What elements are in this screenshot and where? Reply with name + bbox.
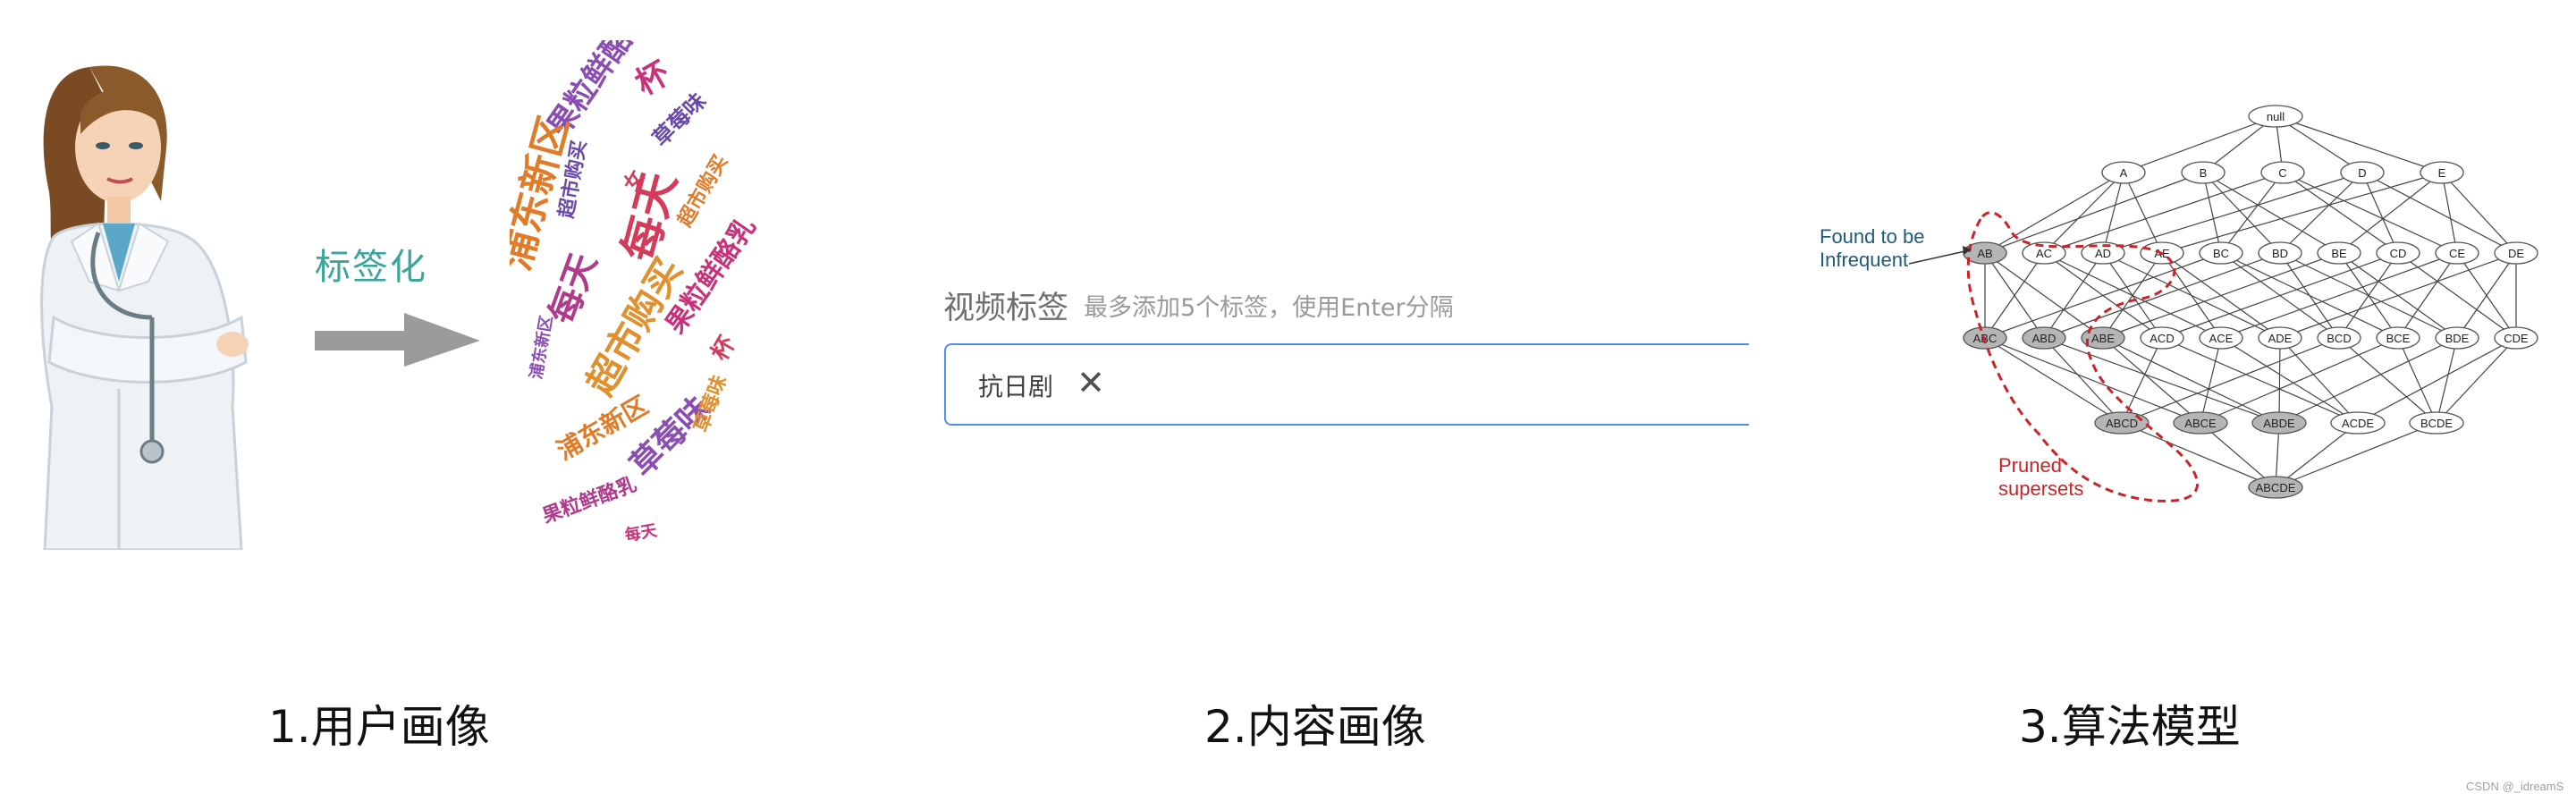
lattice-node-label: BC bbox=[2213, 247, 2229, 260]
lattice-edge bbox=[2121, 337, 2163, 424]
user-profile-wordcloud: 杯果粒鲜酪乳浦东新区 女草莓味每天超市购买果粒鲜酪乳草莓味浦东新区每天超市购买果粒… bbox=[510, 40, 763, 545]
pruned-label: supersets bbox=[1998, 477, 2083, 500]
lattice-edge bbox=[2202, 172, 2340, 254]
pruned-label: Pruned bbox=[1998, 454, 2062, 477]
lattice-edge bbox=[2436, 337, 2458, 424]
caption-content-profile: 2.内容画像 bbox=[1204, 701, 1426, 753]
lattice-node-label: DE bbox=[2508, 247, 2524, 260]
lattice-edge bbox=[1984, 252, 2104, 339]
lattice-node-label: ABCE bbox=[2184, 417, 2217, 430]
wordcloud-words: 杯果粒鲜酪乳浦东新区 女草莓味每天超市购买果粒鲜酪乳草莓味浦东新区每天超市购买果粒… bbox=[510, 40, 763, 545]
lattice-node-label: ABCDE bbox=[2256, 481, 2296, 494]
lattice-edge bbox=[2043, 337, 2123, 424]
wordcloud-word: 每天 bbox=[623, 520, 659, 545]
lattice-edge bbox=[2161, 252, 2222, 339]
wordcloud-word: 果粒鲜酪乳 bbox=[539, 473, 639, 528]
lattice-node-label: BE bbox=[2331, 247, 2347, 260]
lattice-edge bbox=[2102, 172, 2124, 254]
lattice-edge bbox=[2397, 252, 2517, 339]
lattice-node-label: CD bbox=[2390, 247, 2407, 260]
lattice-edge bbox=[2043, 337, 2280, 424]
lattice-edge bbox=[2278, 337, 2281, 424]
lattice-edge bbox=[2043, 172, 2124, 254]
lattice-node-label: ACD bbox=[2149, 332, 2174, 345]
lattice-node-label: ABCD bbox=[2106, 417, 2138, 430]
lattice-edge bbox=[1984, 252, 2222, 339]
lattice-edge bbox=[2441, 172, 2517, 254]
lattice-edge bbox=[2338, 337, 2437, 424]
lattice-node-label: ABD bbox=[2032, 332, 2057, 345]
wordcloud-word: 浦东新区 bbox=[526, 314, 556, 381]
lattice-node-label: ABE bbox=[2091, 332, 2115, 345]
caption-user-profile: 1.用户画像 bbox=[268, 701, 490, 753]
lattice-node-label: ACDE bbox=[2342, 417, 2374, 430]
lattice-edge bbox=[2220, 172, 2284, 254]
infrequent-pointer bbox=[1908, 249, 1970, 265]
lattice-edge bbox=[2102, 172, 2363, 254]
lattice-edge bbox=[2220, 252, 2458, 339]
lattice-edge bbox=[2202, 172, 2281, 254]
lattice-edge bbox=[2436, 337, 2517, 424]
doctor-illustration bbox=[40, 65, 249, 550]
lattice-edge bbox=[2200, 337, 2222, 424]
lattice-edge bbox=[1984, 172, 2124, 254]
wordcloud-word: 杯 bbox=[629, 55, 676, 103]
lattice-node-label: null bbox=[2267, 110, 2285, 123]
tag-chip-label: 抗日剧 bbox=[978, 372, 1054, 401]
video-tag-title: 视频标签 bbox=[943, 291, 1069, 326]
wordcloud-word: 草莓味 bbox=[647, 89, 711, 152]
lattice-node-label: E bbox=[2438, 166, 2446, 180]
lattice-edge bbox=[2043, 252, 2281, 339]
tag-input-box[interactable] bbox=[944, 343, 1749, 426]
lattice-node-label: ACE bbox=[2209, 332, 2234, 345]
lattice-edge bbox=[2102, 252, 2340, 339]
lattice-node-label: D bbox=[2358, 166, 2366, 180]
close-icon[interactable]: ✕ bbox=[1073, 361, 1109, 404]
lattice-edge bbox=[1984, 172, 2204, 254]
lattice-edge bbox=[2161, 252, 2399, 339]
lattice-node-label: C bbox=[2278, 166, 2286, 180]
lattice-edge bbox=[2043, 252, 2104, 339]
wordcloud-word: 杯 bbox=[706, 332, 741, 366]
lattice-edge bbox=[2397, 252, 2458, 339]
lattice-edge bbox=[2279, 337, 2359, 424]
lattice-nodes: nullA B C D EAB AC AD AE BC BD BE CD CE DEABC ABD ABE AC… bbox=[1963, 105, 2538, 499]
lattice-edge bbox=[2220, 337, 2359, 424]
lattice-edge bbox=[2357, 337, 2517, 424]
lattice-node-label: AD bbox=[2095, 247, 2111, 260]
lattice-node-label: BCD bbox=[2327, 332, 2351, 345]
lattice-node-label: BDE bbox=[2445, 332, 2470, 345]
lattice-edge bbox=[2279, 172, 2363, 254]
lattice-edge bbox=[2361, 172, 2517, 254]
lattice-edge bbox=[2279, 252, 2517, 339]
itemset-lattice-diagram: nullA B C D EAB AC AD AE BC BD BE CD CE DEABC ABD ABE AC… bbox=[1820, 105, 2538, 502]
lattice-edge bbox=[2043, 172, 2284, 254]
lattice-node-label: A bbox=[2120, 166, 2128, 180]
lattice-edge bbox=[2338, 172, 2443, 254]
video-tag-hint: 最多添加5个标签，使用Enter分隔 bbox=[1084, 294, 1454, 322]
lattice-node-label: BD bbox=[2272, 247, 2288, 260]
lattice-node-label: CDE bbox=[2504, 332, 2529, 345]
watermark: CSDN @_idreamS bbox=[2466, 780, 2564, 793]
lattice-edge bbox=[1984, 337, 2201, 424]
infrequent-label: Infrequent bbox=[1820, 249, 1908, 271]
lattice-node-label: BCDE bbox=[2420, 417, 2453, 430]
lattice-edge bbox=[2441, 172, 2458, 254]
lattice-edge bbox=[2102, 337, 2201, 424]
lattice-node-label: ABDE bbox=[2263, 417, 2295, 430]
lattice-edge bbox=[2161, 172, 2443, 254]
lattice-node-label: CE bbox=[2449, 247, 2465, 260]
lattice-node-label: B bbox=[2200, 166, 2208, 180]
tagging-label: 标签化 bbox=[315, 247, 427, 288]
right-arrow-icon bbox=[315, 313, 480, 367]
caption-algorithm-model: 3.算法模型 bbox=[2019, 701, 2241, 753]
lattice-node-label: BCE bbox=[2386, 332, 2411, 345]
lattice-node-label: AB bbox=[1977, 247, 1992, 260]
lattice-edge bbox=[2282, 172, 2458, 254]
lattice-edge bbox=[2279, 252, 2340, 339]
lattice-node-label: ADE bbox=[2268, 332, 2293, 345]
lattice-node-label: AC bbox=[2036, 247, 2052, 260]
infrequent-label: Found to be bbox=[1820, 225, 1924, 248]
